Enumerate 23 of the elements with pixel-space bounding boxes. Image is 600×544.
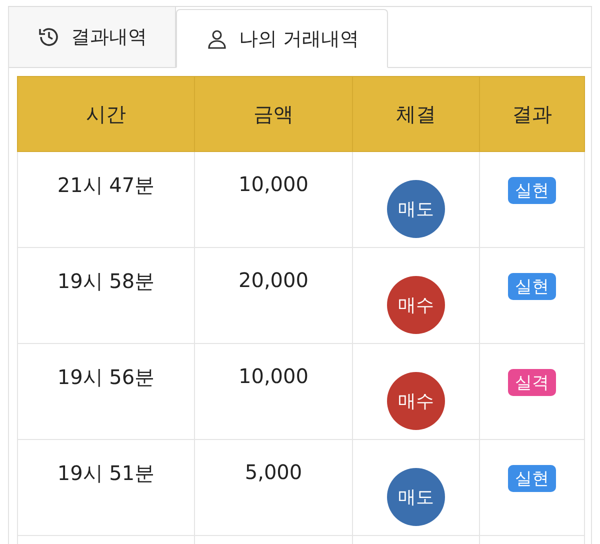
tab[interactable]: 나의 거래내역 — [176, 9, 388, 68]
result-badge: 실현 — [508, 177, 556, 204]
column-header: 결과 — [480, 76, 584, 152]
amount-text: 10,000 — [238, 364, 308, 388]
result-badge: 실현 — [508, 465, 556, 492]
result-badge: 실격 — [508, 369, 556, 396]
amount-text: 5,000 — [244, 460, 302, 484]
history-icon — [37, 25, 61, 49]
trade-badge: 매도 — [387, 468, 445, 526]
result-badge: 실현 — [508, 273, 556, 300]
trade-badge: 매도 — [387, 180, 445, 238]
time-text: 19시 58분 — [57, 269, 155, 293]
amount-text: 20,000 — [238, 268, 308, 292]
trade-badge: 매수 — [387, 276, 445, 334]
time-text: 19시 56분 — [57, 365, 155, 389]
column-header: 시간 — [18, 76, 194, 152]
amount-text: 10,000 — [238, 172, 308, 196]
time-text: 19시 51분 — [57, 461, 155, 485]
time-text: 21시 47분 — [57, 173, 155, 197]
trade-badge: 매수 — [387, 372, 445, 430]
column-header: 체결 — [352, 76, 480, 152]
tab[interactable]: 결과내역 — [9, 7, 176, 67]
column-header: 금액 — [194, 76, 352, 152]
